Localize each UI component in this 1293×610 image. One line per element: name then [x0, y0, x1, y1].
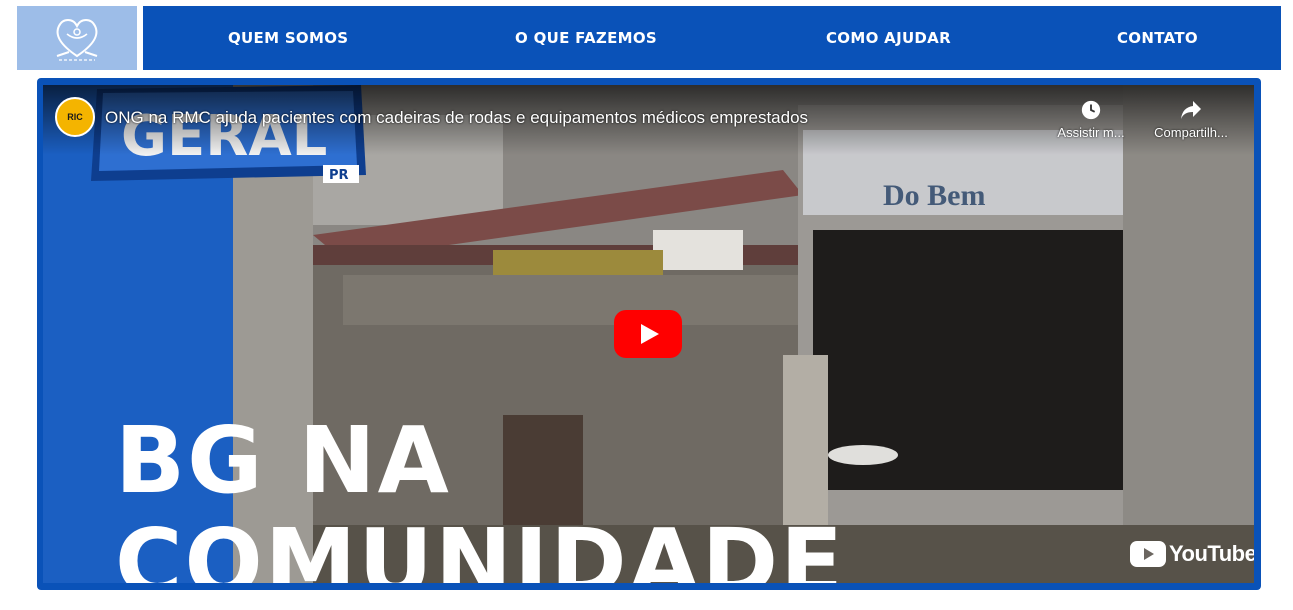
main-nav: QUEM SOMOS O QUE FAZEMOS COMO AJUDAR CON… [143, 6, 1281, 70]
share-icon [1181, 101, 1201, 119]
video-title[interactable]: ONG na RMC ajuda pacientes com cadeiras … [105, 108, 808, 128]
overlay-text-line2: COMUNIDADE [115, 509, 845, 584]
nav-o-que-fazemos[interactable]: O QUE FAZEMOS [515, 6, 657, 70]
share-label: Compartilh... [1154, 125, 1228, 140]
video-embed-frame: Do Bem GERAL PR RIC ONG na RMC ajuda pac… [37, 78, 1261, 590]
youtube-logo-icon [1130, 541, 1166, 567]
youtube-logo[interactable]: YouTube [1130, 541, 1254, 567]
watch-later-label: Assistir m... [1057, 125, 1125, 140]
channel-avatar[interactable]: RIC [55, 97, 95, 137]
watch-later-button[interactable]: Assistir m... [1046, 99, 1136, 140]
nav-quem-somos[interactable]: QUEM SOMOS [228, 6, 348, 70]
youtube-logo-text: YouTube [1169, 541, 1254, 566]
store-sign-text: Do Bem [883, 179, 985, 212]
youtube-video-player[interactable]: Do Bem GERAL PR RIC ONG na RMC ajuda pac… [43, 85, 1254, 583]
show-logo-region: PR [329, 168, 349, 183]
clock-icon [1081, 100, 1101, 120]
heart-hands-logo-icon [56, 19, 98, 61]
overlay-text-line1: BG NA [115, 407, 451, 514]
site-logo[interactable] [17, 6, 137, 70]
channel-avatar-text: RIC [67, 112, 83, 122]
nav-contato[interactable]: CONTATO [1117, 6, 1198, 70]
share-button[interactable]: Compartilh... [1146, 99, 1236, 140]
nav-como-ajudar[interactable]: COMO AJUDAR [826, 6, 951, 70]
play-button[interactable] [614, 310, 682, 358]
